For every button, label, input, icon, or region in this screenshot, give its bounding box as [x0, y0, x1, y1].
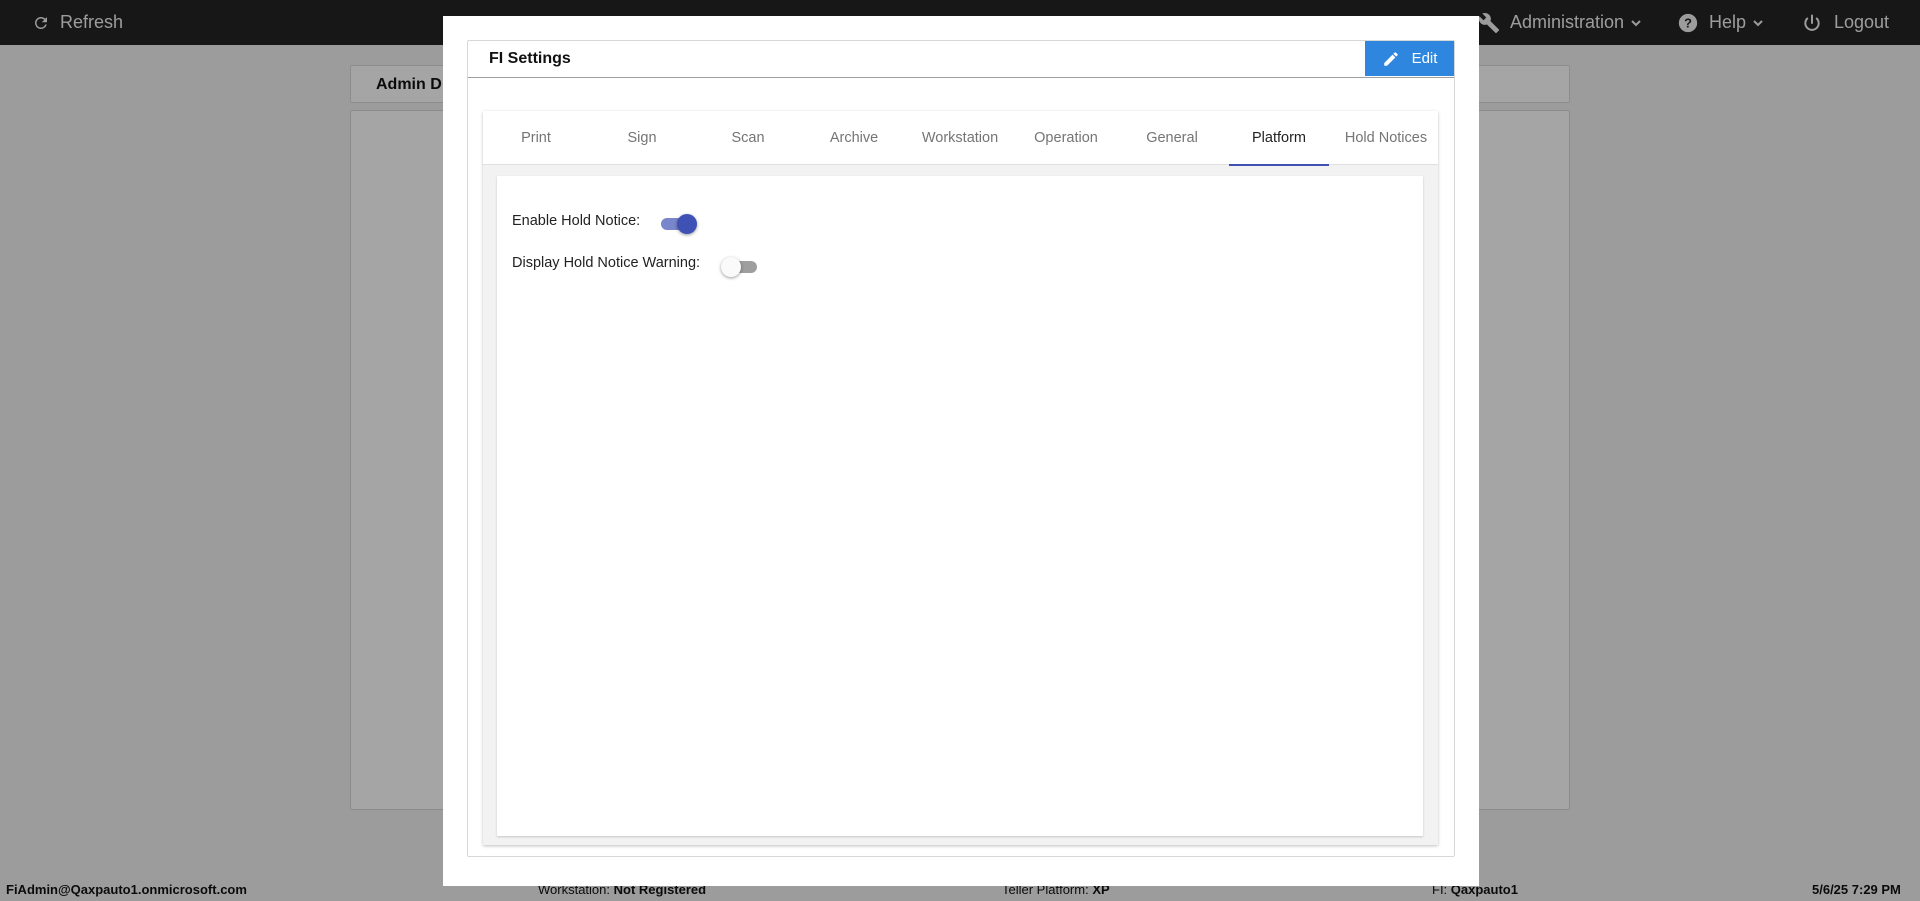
tab-platform[interactable]: Platform [1229, 111, 1329, 166]
pencil-icon [1383, 51, 1398, 66]
settings-tab-bar: Print Sign Scan Archive Workstation Oper… [483, 111, 1439, 166]
tab-archive[interactable]: Archive [801, 111, 907, 165]
tab-operation[interactable]: Operation [1013, 111, 1119, 165]
tab-hold-notices[interactable]: Hold Notices [1333, 111, 1439, 165]
tab-sign[interactable]: Sign [589, 111, 695, 165]
display-hold-notice-warning-label: Display Hold Notice Warning: [512, 255, 701, 271]
tab-workstation[interactable]: Workstation [907, 111, 1013, 165]
edit-button[interactable]: Edit [1365, 41, 1454, 76]
enable-hold-notice-row: Enable Hold Notice: [512, 208, 698, 234]
enable-hold-notice-toggle[interactable] [661, 214, 698, 234]
display-hold-notice-warning-toggle[interactable] [721, 257, 759, 277]
fi-settings-card: FI Settings Edit Print Sign Scan Archive… [467, 40, 1455, 857]
dialog-header: FI Settings Edit [468, 41, 1454, 78]
tab-general[interactable]: General [1119, 111, 1225, 165]
settings-tabs-container: Print Sign Scan Archive Workstation Oper… [483, 111, 1438, 845]
display-hold-notice-warning-row: Display Hold Notice Warning: [512, 249, 759, 277]
enable-hold-notice-label: Enable Hold Notice: [512, 213, 641, 229]
edit-label: Edit [1411, 50, 1438, 67]
tab-print[interactable]: Print [483, 111, 589, 165]
fi-settings-dialog: FI Settings Edit Print Sign Scan Archive… [443, 16, 1479, 886]
toggle-thumb [721, 257, 742, 277]
dialog-title: FI Settings [489, 50, 571, 67]
toggle-thumb [677, 214, 698, 234]
platform-settings-panel: Enable Hold Notice: Display Hold Notice … [497, 176, 1423, 836]
tab-scan[interactable]: Scan [695, 111, 801, 165]
